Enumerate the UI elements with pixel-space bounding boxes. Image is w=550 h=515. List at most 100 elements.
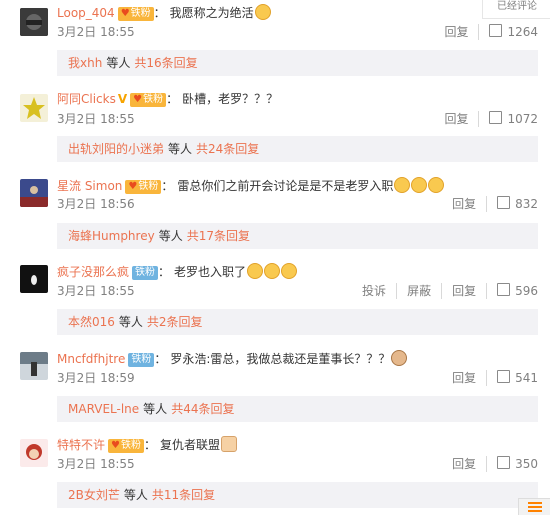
- comment-actions: 回复 541: [442, 370, 538, 386]
- smile-emoji-icon: [394, 177, 411, 193]
- like-button[interactable]: 541: [487, 370, 538, 386]
- avatar[interactable]: [20, 265, 48, 293]
- smile-emoji-icon: [428, 177, 445, 193]
- fan-badge[interactable]: 铁粉: [125, 180, 162, 194]
- smile-emoji-icon: [411, 177, 428, 193]
- comment-line: Loop_404铁粉：我愿称之为绝活: [57, 4, 271, 21]
- vip-icon: V: [117, 92, 128, 106]
- reply-user-link[interactable]: 2B女刘芒: [68, 488, 120, 502]
- reply-summary[interactable]: 海蜂Humphrey 等人 共17条回复: [57, 223, 538, 249]
- reply-count-link[interactable]: 共44条回复: [171, 402, 234, 416]
- avatar-image: [20, 94, 48, 122]
- thumb-up-icon: [497, 456, 511, 469]
- reply-count-link[interactable]: 共16条回复: [134, 56, 197, 70]
- thumb-up-icon: [489, 24, 503, 37]
- reply-button[interactable]: 回复: [442, 196, 488, 212]
- smile-emoji-icon: [254, 4, 271, 20]
- reply-summary[interactable]: 我xhh 等人 共16条回复: [57, 50, 538, 76]
- comment-text: 复仇者联盟: [160, 438, 221, 452]
- reply-user-link[interactable]: 我xhh: [68, 56, 102, 70]
- comment-actions: 回复 350: [442, 456, 538, 472]
- comment-text: 卧槽，老罗？？？: [182, 92, 279, 106]
- comment-actions: 回复 832: [442, 196, 538, 212]
- reply-button[interactable]: 回复: [434, 24, 480, 40]
- comment-line: Mncfdfhjtre 铁粉：罗永浩:雷总，我做总裁还是董事长？？？: [57, 350, 408, 367]
- comment-actions: 投诉 屏蔽 回复 596: [352, 283, 538, 299]
- comment-time: 3月2日 18:56: [57, 197, 135, 211]
- cat-emoji-icon: [391, 350, 408, 366]
- avatar-image: [20, 8, 48, 36]
- thumb-up-icon: [489, 111, 503, 124]
- username-link[interactable]: 星流 Simon: [57, 179, 122, 193]
- thumb-up-icon: [497, 196, 511, 209]
- fan-badge[interactable]: 铁粉: [128, 353, 155, 367]
- report-button[interactable]: 投诉: [352, 283, 398, 299]
- fan-badge[interactable]: 铁粉: [132, 266, 159, 280]
- fan-badge[interactable]: 铁粉: [130, 93, 167, 107]
- like-count: 1072: [507, 112, 538, 126]
- avatar[interactable]: [20, 179, 48, 207]
- like-button[interactable]: 832: [487, 196, 538, 212]
- top-corner-label: 已经评论: [482, 0, 550, 19]
- avatar-image: [20, 265, 48, 293]
- username-link[interactable]: 疯子没那么疯: [57, 265, 129, 279]
- comment-time: 3月2日 18:55: [57, 112, 135, 126]
- reply-user-link[interactable]: 海蜂Humphrey: [68, 229, 155, 243]
- comment-time: 3月2日 18:55: [57, 284, 135, 298]
- smile-emoji-icon: [247, 263, 264, 279]
- reply-button[interactable]: 回复: [442, 283, 488, 299]
- avatar[interactable]: [20, 94, 48, 122]
- thumb-up-icon: [497, 370, 511, 383]
- menu-icon[interactable]: [518, 498, 550, 515]
- comment-text: 我愿称之为绝活: [169, 6, 254, 20]
- reply-count-link[interactable]: 共17条回复: [187, 229, 250, 243]
- fan-badge[interactable]: 铁粉: [117, 7, 154, 21]
- reply-count-link[interactable]: 共2条回复: [147, 315, 203, 329]
- comment-text: 老罗也入职了: [174, 265, 247, 279]
- comment-actions: 回复 1072: [434, 111, 538, 127]
- username-link[interactable]: 阿同Clicks: [57, 92, 116, 106]
- reply-user-link[interactable]: 出轨刘阳的小迷弟: [68, 142, 164, 156]
- thumbs-up-emoji-icon: [221, 436, 238, 452]
- comment-actions: 回复 1264: [434, 24, 538, 40]
- reply-button[interactable]: 回复: [442, 370, 488, 386]
- like-button[interactable]: 1072: [479, 111, 538, 127]
- avatar-image: [20, 352, 48, 380]
- avatar-image: [20, 439, 48, 467]
- like-button[interactable]: 350: [487, 456, 538, 472]
- comment-time: 3月2日 18:55: [57, 457, 135, 471]
- avatar[interactable]: [20, 439, 48, 467]
- fan-badge[interactable]: 铁粉: [108, 439, 144, 453]
- block-button[interactable]: 屏蔽: [397, 283, 443, 299]
- avatar[interactable]: [20, 8, 48, 36]
- like-count: 1264: [507, 25, 538, 39]
- comment-line: 星流 Simon铁粉：雷总你们之前开会讨论是是不是老罗入职: [57, 177, 445, 194]
- reply-user-link[interactable]: MARVEL-lne: [68, 402, 139, 416]
- reply-summary[interactable]: 2B女刘芒 等人 共11条回复: [57, 482, 538, 508]
- avatar[interactable]: [20, 352, 48, 380]
- comment-text: 罗永浩:雷总，我做总裁还是董事长？？？: [170, 352, 391, 366]
- comment-text: 雷总你们之前开会讨论是是不是老罗入职: [177, 179, 394, 193]
- reply-button[interactable]: 回复: [434, 111, 480, 127]
- username-link[interactable]: Loop_404: [57, 6, 115, 20]
- username-link[interactable]: Mncfdfhjtre: [57, 352, 125, 366]
- comment-line: 阿同ClicksV铁粉：卧槽，老罗？？？: [57, 91, 278, 107]
- avatar-image: [20, 179, 48, 207]
- like-count: 350: [515, 457, 538, 471]
- like-count: 541: [515, 371, 538, 385]
- like-button[interactable]: 1264: [479, 24, 538, 40]
- reply-summary[interactable]: MARVEL-lne 等人 共44条回复: [57, 396, 538, 422]
- username-link[interactable]: 特特不许: [57, 438, 105, 452]
- reply-summary[interactable]: 本然016 等人 共2条回复: [57, 309, 538, 335]
- reply-count-link[interactable]: 共24条回复: [196, 142, 259, 156]
- comment-line: 特特不许铁粉：复仇者联盟: [57, 436, 238, 453]
- reply-summary[interactable]: 出轨刘阳的小迷弟 等人 共24条回复: [57, 136, 538, 162]
- like-button[interactable]: 596: [487, 283, 538, 299]
- comment-time: 3月2日 18:59: [57, 371, 135, 385]
- reply-user-link[interactable]: 本然016: [68, 315, 115, 329]
- smile-emoji-icon: [264, 263, 281, 279]
- reply-button[interactable]: 回复: [442, 456, 488, 472]
- thumb-up-icon: [497, 283, 511, 296]
- like-count: 832: [515, 197, 538, 211]
- reply-count-link[interactable]: 共11条回复: [152, 488, 215, 502]
